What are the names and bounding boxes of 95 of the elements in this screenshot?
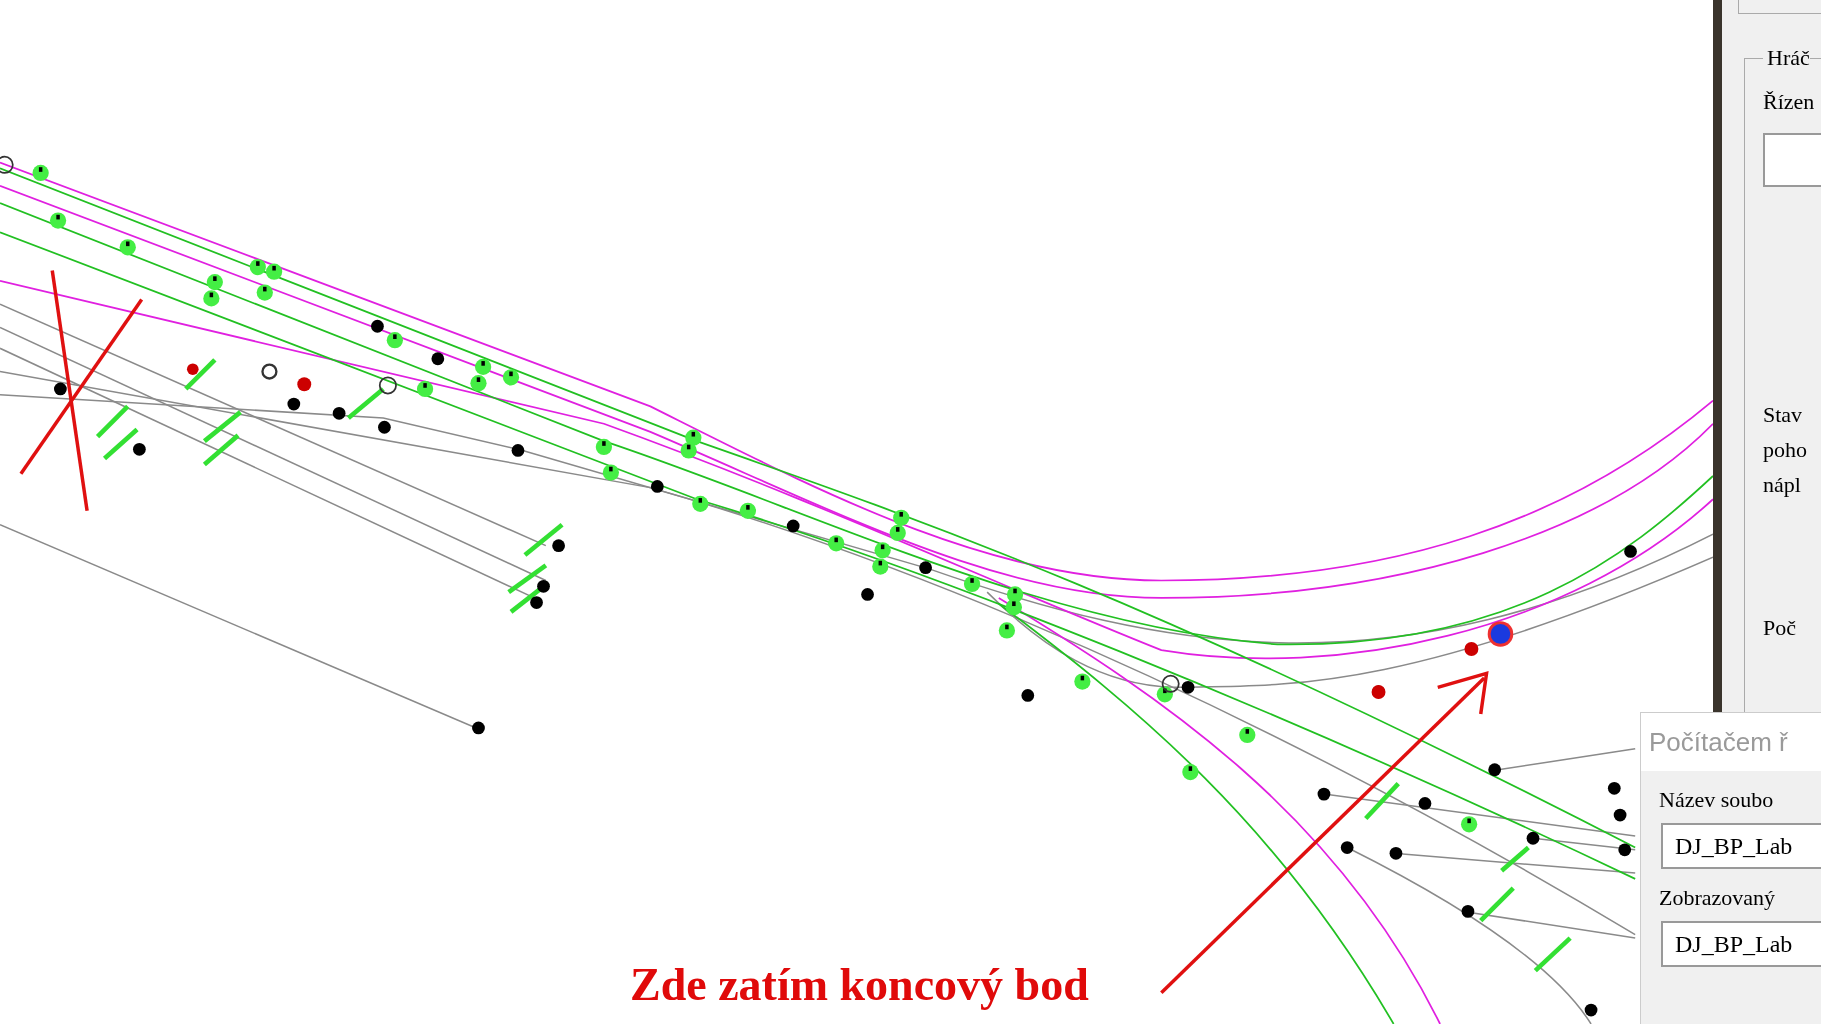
signal-node xyxy=(1074,673,1091,690)
signal-node xyxy=(963,575,981,593)
end-point-marker xyxy=(1487,621,1514,647)
track-node xyxy=(530,596,543,609)
signal-node xyxy=(386,332,403,349)
signal-node xyxy=(680,442,697,459)
signal-node xyxy=(49,212,67,229)
signal-node xyxy=(685,429,702,446)
field-label: Zobrazovaný xyxy=(1659,887,1777,909)
text-field[interactable]: DJ_BP_Lab xyxy=(1661,823,1821,869)
signal-node xyxy=(874,542,891,559)
signal-node xyxy=(1461,816,1478,833)
switch-mark xyxy=(184,358,217,391)
track-node xyxy=(1340,841,1354,854)
track-node xyxy=(552,539,565,553)
track-node xyxy=(1618,843,1632,857)
signal-node xyxy=(265,263,283,280)
signal-node xyxy=(256,284,273,301)
switch-mark xyxy=(1479,886,1515,923)
track-node xyxy=(919,561,932,575)
signal-node xyxy=(889,524,906,541)
track-node xyxy=(332,406,346,420)
clock-node xyxy=(0,155,14,174)
track-node xyxy=(431,352,445,366)
signal-node xyxy=(249,258,266,276)
status-text: poho xyxy=(1763,436,1808,464)
switch-mark xyxy=(1533,936,1572,973)
track-node xyxy=(1418,797,1432,810)
track-node xyxy=(650,480,664,493)
input-field[interactable] xyxy=(1763,133,1821,187)
signal-node xyxy=(1156,686,1173,703)
clock-node xyxy=(261,363,278,380)
switch-mark xyxy=(346,387,385,420)
signal-node xyxy=(595,438,613,456)
annotation-text: Zde zatím koncový bod xyxy=(630,962,1089,1008)
track-node xyxy=(472,721,485,735)
status-text: Stav xyxy=(1763,401,1804,429)
clock-node xyxy=(1161,674,1180,693)
signal-node xyxy=(828,535,845,552)
signal-node xyxy=(32,164,49,182)
switch-mark xyxy=(507,563,548,594)
track-node xyxy=(371,319,384,333)
track-node xyxy=(1021,689,1035,702)
stop-node xyxy=(297,377,312,392)
switch-mark xyxy=(202,410,242,443)
track-node xyxy=(1181,680,1195,694)
signal-node xyxy=(739,502,757,519)
signal-node xyxy=(470,375,487,392)
signal-node xyxy=(893,509,910,526)
signal-node xyxy=(872,558,889,575)
track-node xyxy=(1624,545,1637,558)
signal-node xyxy=(502,369,520,386)
signal-node xyxy=(416,380,434,398)
track-node xyxy=(378,420,391,434)
switch-mark xyxy=(202,433,240,467)
switch-mark xyxy=(1364,782,1400,821)
signal-node xyxy=(998,622,1016,639)
signal-node xyxy=(203,290,220,307)
track-node xyxy=(786,519,800,533)
signal-node xyxy=(602,464,619,481)
signal-node xyxy=(475,358,492,375)
track-node xyxy=(1613,808,1627,822)
track-node xyxy=(1526,831,1540,845)
switch-mark xyxy=(523,522,564,557)
switch-mark xyxy=(95,404,130,439)
track-node xyxy=(287,397,301,411)
clock-node xyxy=(378,376,397,395)
signal-node xyxy=(692,495,709,512)
stop-node xyxy=(187,363,199,375)
track-node xyxy=(861,588,874,601)
status-text: nápl xyxy=(1763,471,1802,499)
track-node xyxy=(1607,781,1621,795)
dialog-title: Počítačem ř xyxy=(1649,725,1788,759)
stop-node xyxy=(1371,685,1386,699)
signal-node xyxy=(1239,726,1256,744)
track-node xyxy=(537,579,550,593)
track-node xyxy=(133,442,146,456)
signal-node xyxy=(119,239,136,256)
control-label: Poč xyxy=(1763,617,1797,639)
track-node xyxy=(1389,846,1403,860)
text-field[interactable]: DJ_BP_Lab xyxy=(1661,921,1821,967)
switch-mark xyxy=(1500,845,1530,873)
track-node xyxy=(1461,905,1475,918)
stop-node xyxy=(1464,642,1479,656)
track-node xyxy=(1317,787,1331,801)
signal-node xyxy=(1182,763,1199,781)
field-label: Název soubo xyxy=(1659,789,1775,811)
track-node xyxy=(1584,1003,1598,1017)
signal-node xyxy=(1005,599,1022,616)
track-node xyxy=(511,444,525,457)
signal-node xyxy=(206,274,223,291)
track-node xyxy=(54,382,67,396)
control-label: Řízen xyxy=(1763,91,1816,113)
track-node xyxy=(1488,763,1502,777)
switch-mark xyxy=(102,427,139,461)
